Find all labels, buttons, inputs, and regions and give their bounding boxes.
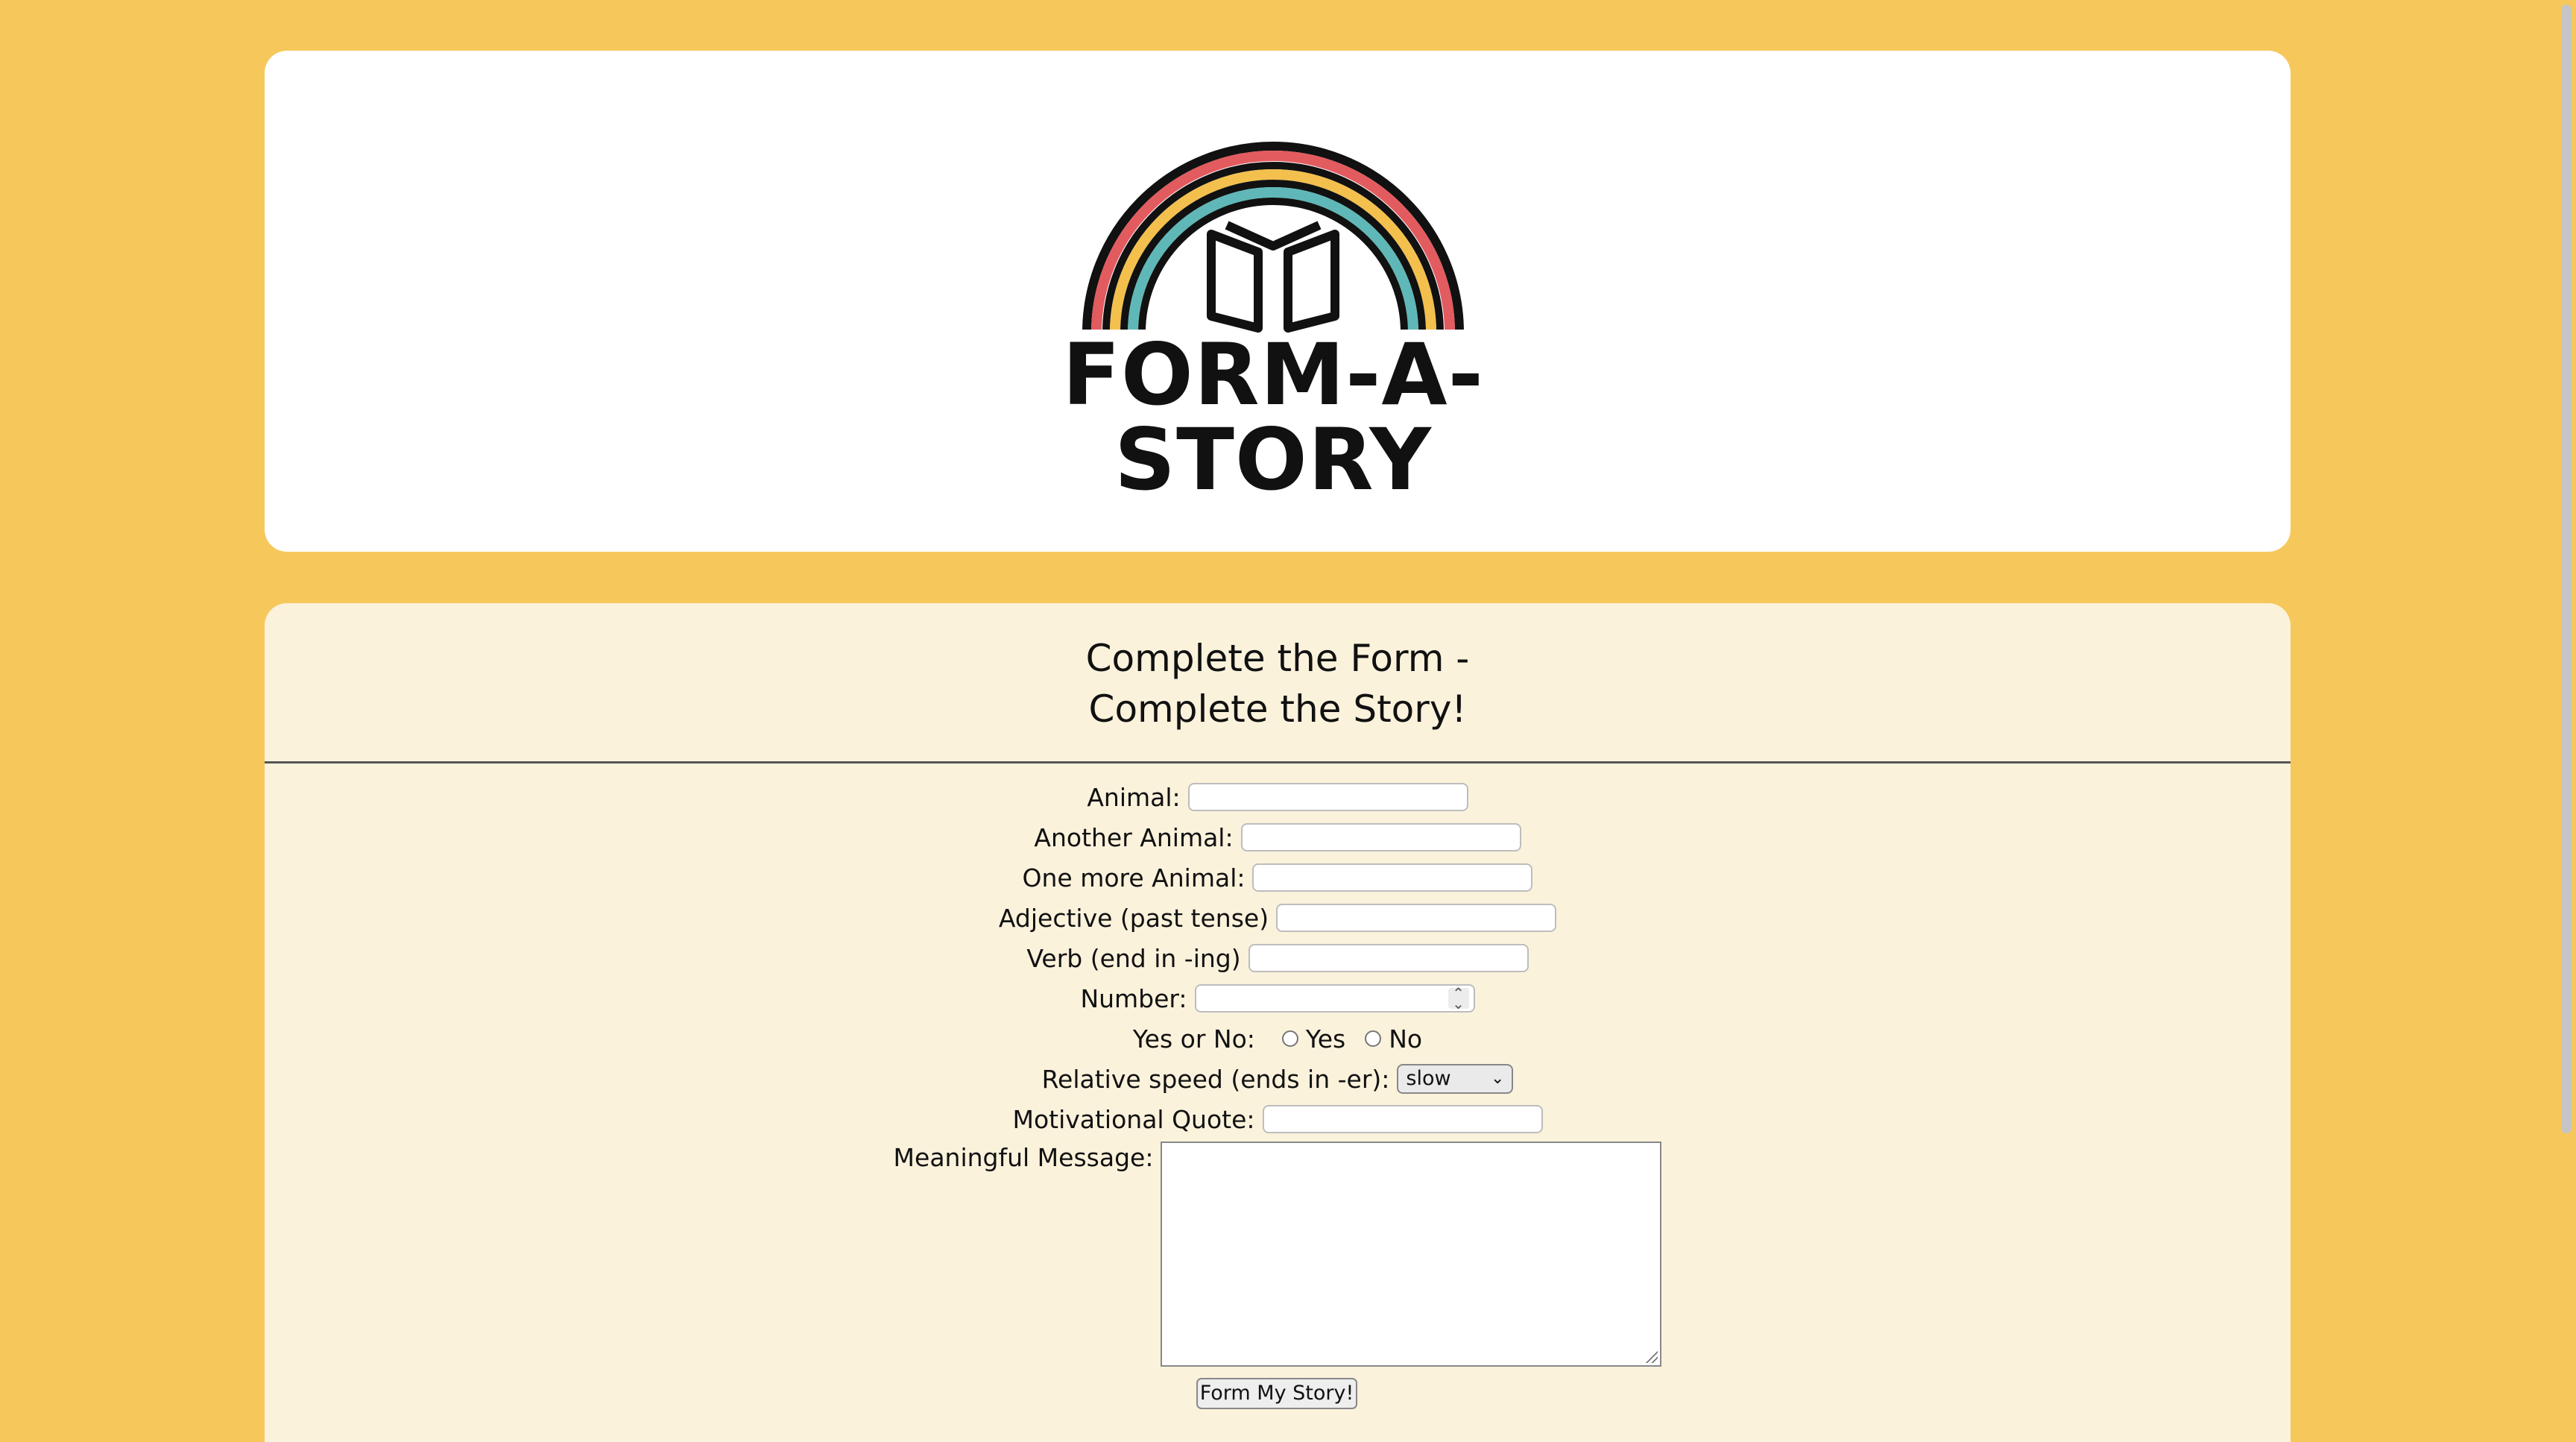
form-title-line-2: Complete the Story! [1088,687,1467,731]
form-my-story-button[interactable]: Form My Story! [1196,1378,1357,1409]
number-label: Number: [1080,983,1187,1013]
page: FORM-A-STORY Complete the Form - Complet… [0,0,2576,1442]
animal-input[interactable] [1187,783,1468,811]
yes-no-row: Yes or No: Yes No [265,1021,2291,1056]
speed-label: Relative speed (ends in -er): [1041,1064,1390,1094]
form-title: Complete the Form - Complete the Story! [265,633,2291,734]
yes-no-label: Yes or No: [1132,1024,1255,1054]
verb-row: Verb (end in -ing) [265,941,2291,975]
adjective-input[interactable] [1276,904,1557,932]
adjective-row: Adjective (past tense) [265,901,2291,935]
one-more-animal-label: One more Animal: [1022,863,1246,892]
message-label: Meaningful Message: [893,1143,1154,1172]
yes-radio[interactable] [1281,1030,1298,1047]
message-row: Meaningful Message: [265,1142,2291,1370]
no-radio[interactable] [1365,1030,1382,1047]
verb-input[interactable] [1248,944,1529,972]
scrollbar-thumb[interactable] [2561,4,2572,1133]
no-radio-label[interactable]: No [1389,1024,1422,1054]
animal-row: Animal: [265,780,2291,814]
speed-select[interactable]: slow ⌄ [1397,1064,1514,1094]
rainbow-open-book-icon [1072,142,1474,333]
verb-label: Verb (end in -ing) [1026,943,1241,973]
number-spinner-icon[interactable]: ⌃ ⌄ [1448,986,1469,1011]
speed-row: Relative speed (ends in -er): slow ⌄ [265,1062,2291,1096]
another-animal-label: Another Animal: [1034,822,1234,852]
another-animal-input[interactable] [1240,823,1521,851]
story-form-card: Complete the Form - Complete the Story! … [265,603,2291,1442]
speed-selected-value: slow [1406,1067,1451,1090]
one-more-animal-input[interactable] [1252,863,1533,892]
one-more-animal-row: One more Animal: [265,860,2291,895]
quote-input[interactable] [1262,1105,1543,1133]
form-title-line-1: Complete the Form - [1085,637,1470,680]
quote-row: Motivational Quote: [265,1102,2291,1136]
number-input[interactable]: ⌃ ⌄ [1194,984,1475,1013]
yes-radio-label[interactable]: Yes [1306,1024,1345,1054]
another-animal-row: Another Animal: [265,820,2291,854]
message-textarea[interactable] [1161,1142,1662,1367]
form-divider [265,761,2291,763]
chevron-down-icon: ⌄ [1490,1069,1505,1088]
animal-label: Animal: [1087,782,1181,812]
adjective-label: Adjective (past tense) [998,903,1269,933]
logo-wordmark: FORM-A-STORY [1062,325,1484,509]
number-row: Number: ⌃ ⌄ [265,981,2291,1016]
resize-handle-icon[interactable] [1644,1350,1658,1363]
quote-label: Motivational Quote: [1012,1104,1255,1134]
form-a-story-logo: FORM-A-STORY [975,139,1571,503]
